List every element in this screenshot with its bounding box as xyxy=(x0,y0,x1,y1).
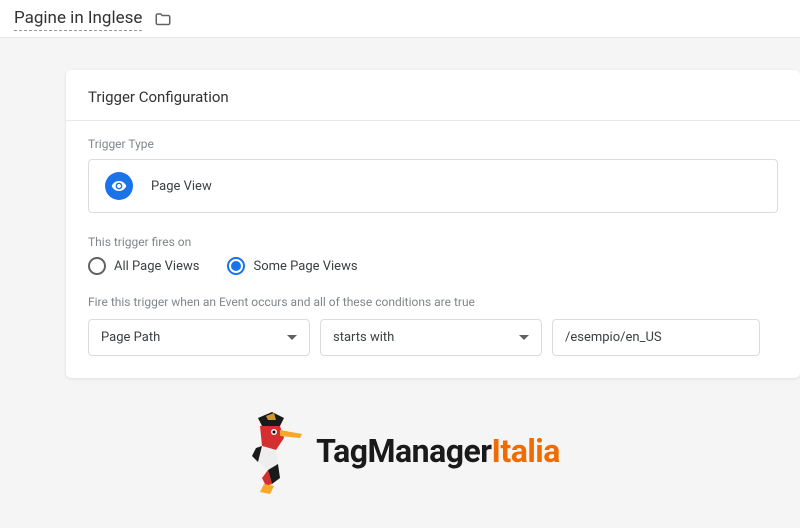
trigger-type-name: Page View xyxy=(151,179,212,194)
condition-row: Page Path starts with xyxy=(88,319,778,356)
variable-value: Page Path xyxy=(101,330,160,345)
radio-icon xyxy=(88,257,106,275)
radio-label: Some Page Views xyxy=(253,259,357,274)
chevron-down-icon xyxy=(287,335,297,340)
woodpecker-icon xyxy=(240,406,310,496)
radio-some-page-views[interactable]: Some Page Views xyxy=(227,257,357,275)
fires-on-label: This trigger fires on xyxy=(88,235,778,249)
radio-icon xyxy=(227,257,245,275)
operator-select[interactable]: starts with xyxy=(320,319,542,356)
folder-icon[interactable] xyxy=(154,11,172,29)
fires-on-radio-group: All Page Views Some Page Views xyxy=(88,257,778,275)
radio-all-page-views[interactable]: All Page Views xyxy=(88,257,199,275)
logo-part1: TagManager xyxy=(316,432,491,470)
trigger-name[interactable]: Pagine in Inglese xyxy=(14,8,142,31)
logo-part2: Italia xyxy=(492,432,560,470)
variable-select[interactable]: Page Path xyxy=(88,319,310,356)
operator-value: starts with xyxy=(333,330,394,345)
condition-label: Fire this trigger when an Event occurs a… xyxy=(88,295,778,309)
logo-text: TagManagerItalia xyxy=(316,432,560,470)
config-content: Trigger Type Page View This trigger fire… xyxy=(66,121,800,378)
chevron-down-icon xyxy=(519,335,529,340)
brand-logo: TagManagerItalia xyxy=(0,406,800,496)
trigger-config-card: Trigger Configuration Trigger Type Page … xyxy=(66,70,800,378)
radio-label: All Page Views xyxy=(114,259,199,274)
trigger-type-label: Trigger Type xyxy=(88,137,778,151)
condition-value-input[interactable] xyxy=(552,319,760,356)
trigger-type-selector[interactable]: Page View xyxy=(88,159,778,213)
page-header: Pagine in Inglese xyxy=(0,0,800,38)
page-view-icon xyxy=(105,172,133,200)
section-title: Trigger Configuration xyxy=(66,70,800,121)
